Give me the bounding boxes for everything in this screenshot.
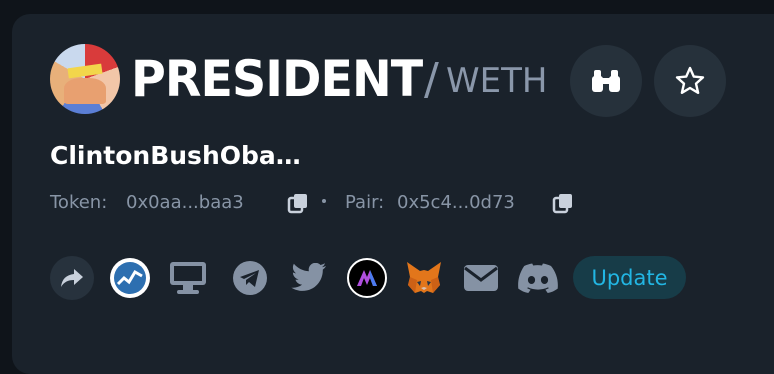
- favorite-button[interactable]: [654, 45, 726, 117]
- binoculars-icon: [592, 70, 620, 92]
- share-button[interactable]: [50, 256, 94, 300]
- discord-icon: [518, 263, 558, 293]
- desktop-icon: [170, 262, 206, 294]
- dex-logo-icon: [347, 258, 387, 298]
- update-button[interactable]: Update: [573, 256, 686, 299]
- separator-dot: [322, 199, 326, 203]
- watch-button[interactable]: [570, 45, 642, 117]
- copy-icon: [552, 194, 572, 214]
- email-button[interactable]: [459, 256, 503, 300]
- copy-pair-address-button[interactable]: [552, 192, 574, 214]
- star-icon: [675, 66, 705, 94]
- email-icon: [464, 265, 498, 291]
- pair-separator: /: [424, 54, 439, 105]
- telegram-link-button[interactable]: [228, 256, 272, 300]
- dex-link-button[interactable]: [345, 256, 389, 300]
- telegram-icon: [233, 261, 267, 295]
- twitter-icon: [291, 263, 326, 291]
- copy-token-address-button[interactable]: [287, 192, 309, 214]
- metamask-icon: [407, 262, 441, 293]
- copy-icon: [287, 194, 307, 214]
- chart-link-button[interactable]: [108, 256, 152, 300]
- pair-address-label: Pair:: [345, 192, 385, 213]
- token-ticker: PRESIDENT: [131, 50, 423, 108]
- token-name: ClintonBushOba…: [50, 141, 301, 170]
- token-address: 0x0aa...baa3: [126, 192, 244, 213]
- pair-address: 0x5c4...0d73: [397, 192, 515, 213]
- twitter-link-button[interactable]: [287, 256, 331, 300]
- metamask-button[interactable]: [402, 256, 446, 300]
- discord-link-button[interactable]: [516, 256, 560, 300]
- website-link-button[interactable]: [166, 256, 210, 300]
- token-avatar: [50, 44, 120, 114]
- token-address-label: Token:: [50, 192, 108, 213]
- chart-logo-icon: [110, 258, 150, 298]
- share-icon: [61, 269, 83, 287]
- quote-token: WETH: [446, 61, 548, 101]
